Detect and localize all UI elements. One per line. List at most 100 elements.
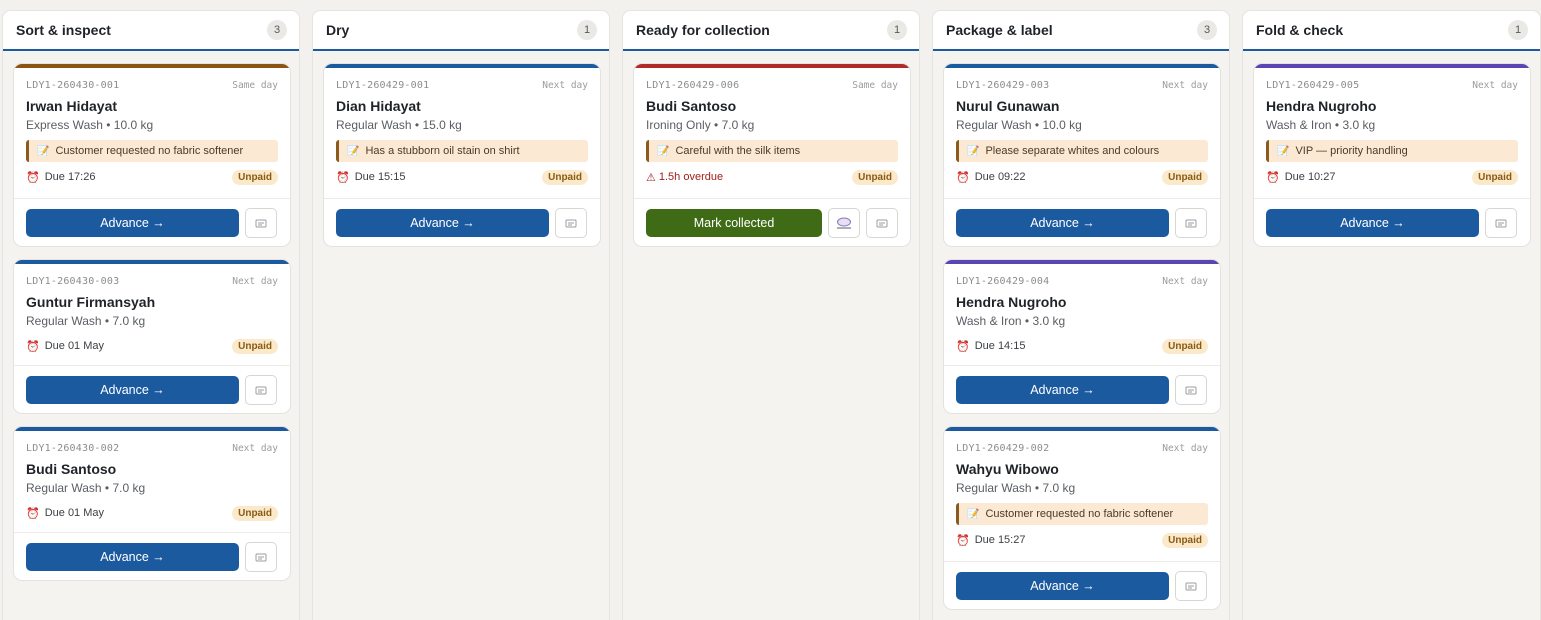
service-details: Regular Wash • 7.0 kg [26,481,146,495]
print-label-icon[interactable] [245,374,277,405]
memo-icon: 📝 [967,145,980,157]
column-header: Ready for collection 1 [623,11,919,51]
column-title: Dry [326,22,350,38]
due-text: Due 09:22 [974,171,1026,183]
advance-button[interactable]: Advance → [956,208,1169,237]
order-card[interactable]: LDY1-260429-002 Next day Wahyu Wibowo Re… [943,426,1221,610]
column-header: Dry 1 [313,11,609,51]
alarm-clock-icon: ⏰ [956,171,970,184]
column-header: Package & label 3 [933,11,1229,51]
advance-button[interactable]: Advance → [26,208,239,237]
alarm-clock-icon: ⏰ [956,340,970,353]
due-time: ⏰ Due 15:27 [956,534,1025,547]
payment-status-badge: Unpaid [232,169,278,185]
payment-status-badge: Unpaid [1472,169,1518,185]
due-time: ⏰ Due 17:26 [26,171,95,184]
column-sort-inspect: Sort & inspect 3 LDY1-260430-001 Same da… [2,10,300,620]
due-time: ⏰ Due 10:27 [1266,171,1335,184]
chat-bubble-icon[interactable] [828,207,860,238]
order-card[interactable]: LDY1-260429-004 Next day Hendra Nugroho … [943,259,1221,414]
column-title: Ready for collection [636,22,770,38]
column-count-badge: 1 [887,20,907,40]
advance-button[interactable]: Advance → [956,375,1169,404]
order-card[interactable]: LDY1-260429-003 Next day Nurul Gunawan R… [943,63,1221,247]
order-id: LDY1-260429-001 [336,79,430,91]
alarm-clock-icon: ⏰ [26,507,40,520]
due-text: Due 15:27 [974,534,1026,546]
customer-name: Dian Hidayat [336,98,421,114]
payment-status-badge: Unpaid [852,169,898,185]
column-header: Fold & check 1 [1243,11,1540,51]
column-count-badge: 1 [577,20,597,40]
print-label-icon[interactable] [1175,374,1207,405]
order-card[interactable]: LDY1-260430-001 Same day Irwan Hidayat E… [13,63,291,247]
order-note: 📝 Careful with the silk items [646,140,898,162]
advance-button[interactable]: Advance → [336,208,549,237]
order-note: 📝 Please separate whites and colours [956,140,1208,162]
print-label-icon[interactable] [555,207,587,238]
print-label-icon[interactable] [245,541,277,572]
note-text: Customer requested no fabric softener [55,145,244,157]
memo-icon: 📝 [37,145,50,157]
order-card[interactable]: LDY1-260430-002 Next day Budi Santoso Re… [13,426,291,581]
column-ready-for-collection: Ready for collection 1 LDY1-260429-006 S… [622,10,920,620]
order-note: 📝 Customer requested no fabric softener [26,140,278,162]
order-id: LDY1-260430-002 [26,442,120,454]
column-title: Package & label [946,22,1053,38]
order-id: LDY1-260429-002 [956,442,1050,454]
due-text: Due 15:15 [354,171,406,183]
order-id: LDY1-260429-004 [956,275,1050,287]
service-details: Regular Wash • 15.0 kg [336,118,462,132]
payment-status-badge: Unpaid [1162,169,1208,185]
order-card[interactable]: LDY1-260430-003 Next day Guntur Firmansy… [13,259,291,414]
customer-name: Wahyu Wibowo [956,461,1059,477]
customer-name: Hendra Nugroho [1266,98,1377,114]
print-label-icon[interactable] [1175,570,1207,601]
order-id: LDY1-260429-005 [1266,79,1360,91]
order-id: LDY1-260430-003 [26,275,120,287]
memo-icon: 📝 [657,145,670,157]
print-label-icon[interactable] [1175,207,1207,238]
customer-name: Budi Santoso [26,461,117,477]
service-details: Ironing Only • 7.0 kg [646,118,755,132]
payment-status-badge: Unpaid [1162,532,1208,548]
service-speed: Next day [542,79,588,91]
column-package-label: Package & label 3 LDY1-260429-003 Next d… [932,10,1230,620]
order-card[interactable]: LDY1-260429-001 Next day Dian Hidayat Re… [323,63,601,247]
alarm-clock-icon: ⏰ [956,534,970,547]
service-speed: Next day [1472,79,1518,91]
column-title: Sort & inspect [16,22,111,38]
print-label-icon[interactable] [1485,207,1517,238]
advance-button[interactable]: Advance → [956,571,1169,600]
note-text: Has a stubborn oil stain on shirt [365,145,520,157]
alarm-clock-icon: ⏰ [1266,171,1280,184]
advance-button[interactable]: Advance → [1266,208,1479,237]
alarm-clock-icon: ⏰ [336,171,350,184]
mark-collected-button[interactable]: Mark collected [646,208,822,237]
order-card[interactable]: LDY1-260429-005 Next day Hendra Nugroho … [1253,63,1531,247]
order-id: LDY1-260429-006 [646,79,740,91]
order-card[interactable]: LDY1-260429-006 Same day Budi Santoso Ir… [633,63,911,247]
due-text: Due 14:15 [974,340,1026,352]
print-label-icon[interactable] [245,207,277,238]
column-count-badge: 1 [1508,20,1528,40]
payment-status-badge: Unpaid [542,169,588,185]
advance-button[interactable]: Advance → [26,542,239,571]
service-speed: Next day [1162,275,1208,287]
advance-button[interactable]: Advance → [26,375,239,404]
due-text: 1.5h overdue [658,171,724,183]
service-details: Wash & Iron • 3.0 kg [1266,118,1376,132]
due-text: Due 10:27 [1284,171,1336,183]
order-id: LDY1-260429-003 [956,79,1050,91]
customer-name: Hendra Nugroho [956,294,1067,310]
due-time: ⏰ Due 15:15 [336,171,405,184]
customer-name: Irwan Hidayat [26,98,118,114]
service-details: Express Wash • 10.0 kg [26,118,154,132]
column-header: Sort & inspect 3 [3,11,299,51]
service-speed: Next day [232,275,278,287]
due-time: ⏰ Due 01 May [26,340,104,353]
print-label-icon[interactable] [866,207,898,238]
order-id: LDY1-260430-001 [26,79,120,91]
due-text: Due 01 May [44,340,105,352]
column-count-badge: 3 [1197,20,1217,40]
